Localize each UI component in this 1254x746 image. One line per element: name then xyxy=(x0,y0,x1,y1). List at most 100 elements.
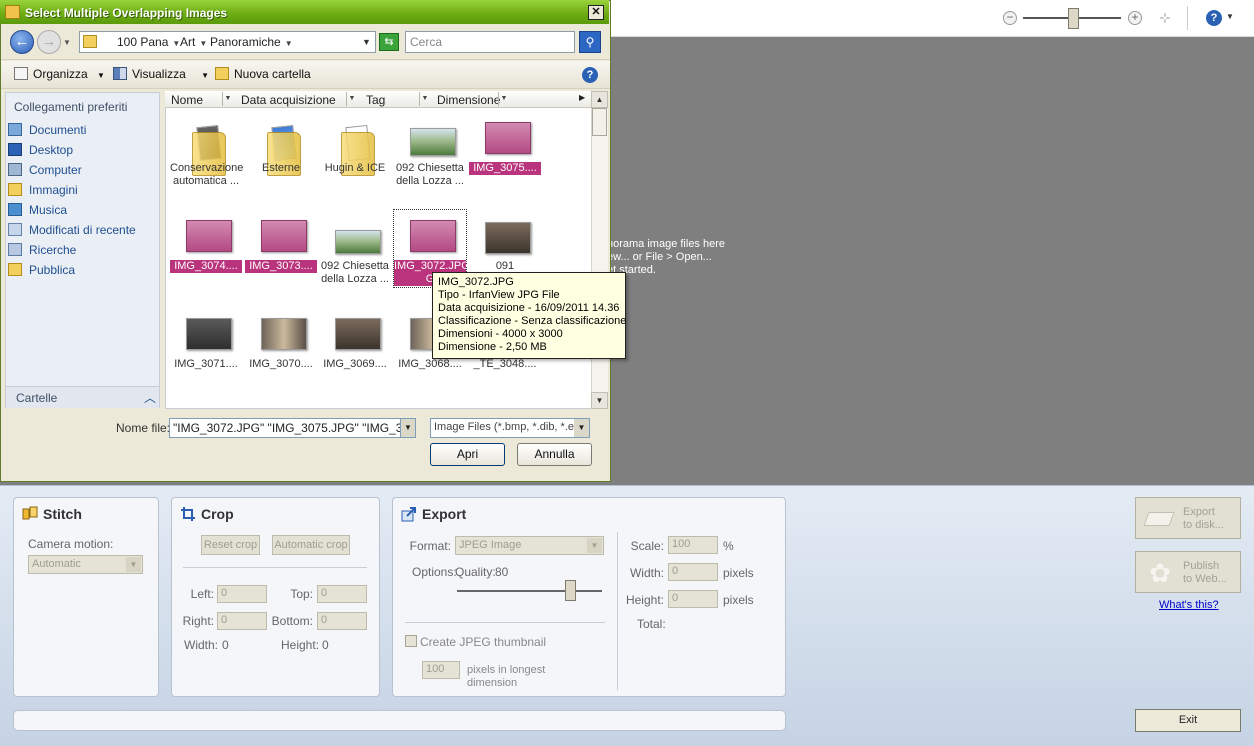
image-thumbnail xyxy=(485,122,531,154)
quality-slider-track[interactable] xyxy=(457,590,602,592)
stitch-title: Stitch xyxy=(43,506,82,522)
options-label: Options: xyxy=(412,565,457,579)
list-item[interactable]: IMG_3071.... xyxy=(170,308,242,400)
cancel-button[interactable]: Annulla xyxy=(517,443,592,466)
filename-input[interactable]: "IMG_3072.JPG" "IMG_3075.JPG" "IMG_3074 xyxy=(169,418,401,438)
thumb-pixels-label: pixels in longest xyxy=(467,664,546,676)
reset-crop-button[interactable]: Reset crop xyxy=(201,535,260,555)
export-width-input[interactable]: 0 xyxy=(668,563,718,581)
scale-input[interactable]: 100 xyxy=(668,536,718,554)
nav-item-computer[interactable]: Computer xyxy=(8,163,158,181)
vertical-scrollbar[interactable] xyxy=(591,91,608,409)
search-input[interactable]: Cerca xyxy=(405,31,575,53)
list-item[interactable]: IMG_3069.... xyxy=(319,308,391,400)
organize-menu[interactable]: Organizza ▼ xyxy=(14,67,105,81)
nav-item-pictures[interactable]: Immagini xyxy=(8,183,158,201)
export-height-input[interactable]: 0 xyxy=(668,590,718,608)
scroll-down-icon[interactable]: ▼ xyxy=(591,392,608,409)
item-label: Conservazione xyxy=(170,162,244,174)
list-item[interactable]: IMG_3075.... xyxy=(469,112,541,204)
list-item[interactable]: Esterne xyxy=(245,112,317,204)
nav-item-documents[interactable]: Documenti xyxy=(8,123,158,141)
list-item[interactable]: 092 Chiesetta della Lozza ... xyxy=(394,112,466,204)
export-height-label: Height: xyxy=(625,593,664,607)
crop-right-label: Right: xyxy=(182,614,214,628)
list-item[interactable]: Hugin & ICE xyxy=(319,112,391,204)
chevron-down-icon[interactable]: ▼ xyxy=(419,92,430,106)
view-menu[interactable]: Visualizza ▼ xyxy=(113,67,209,81)
refresh-icon[interactable]: ⇆ xyxy=(379,33,399,51)
list-item[interactable]: Conservazione automatica ... xyxy=(170,112,244,204)
list-item[interactable]: 092 Chiesetta della Lozza ... xyxy=(319,210,391,302)
dialog-app-icon xyxy=(5,5,20,19)
breadcrumb-item[interactable]: Panoramiche ▼ xyxy=(210,35,293,49)
new-folder-button[interactable]: Nuova cartella xyxy=(215,67,311,81)
search-icon[interactable]: ⚲ xyxy=(579,31,601,53)
open-button[interactable]: Apri xyxy=(430,443,505,466)
camera-motion-select[interactable]: Automatic ▼ xyxy=(28,555,143,574)
list-item[interactable]: IMG_3073.... xyxy=(245,210,317,302)
nav-item-recent[interactable]: Modificati di recente xyxy=(8,223,158,241)
chevron-down-icon[interactable]: ▼ xyxy=(285,39,293,48)
crop-bottom-input[interactable]: 0 xyxy=(317,612,367,630)
image-thumbnail xyxy=(335,318,381,350)
nav-item-public[interactable]: Pubblica xyxy=(8,263,158,281)
export-to-disk-button[interactable]: Export to disk... xyxy=(1135,497,1241,539)
crop-top-input[interactable]: 0 xyxy=(317,585,367,603)
forward-arrow-icon[interactable]: → xyxy=(37,30,61,54)
nav-item-desktop[interactable]: Desktop xyxy=(8,143,158,161)
quality-label: Quality: xyxy=(455,565,496,579)
chevron-down-icon[interactable]: ▼ xyxy=(1226,12,1234,21)
chevron-down-icon[interactable]: ▼ xyxy=(400,418,416,438)
column-tag[interactable]: Tag xyxy=(366,93,385,107)
canvas-hint-line: norama image files here xyxy=(607,238,726,250)
close-icon[interactable]: ✕ xyxy=(588,5,604,20)
column-date[interactable]: Data acquisizione xyxy=(241,93,336,107)
total-label: Total: xyxy=(637,617,666,631)
chevron-down-icon[interactable]: ▼ xyxy=(199,39,207,48)
crop-right-input[interactable]: 0 xyxy=(217,612,267,630)
chevron-down-icon[interactable]: ▼ xyxy=(346,92,357,106)
scroll-up-icon[interactable]: ▲ xyxy=(591,91,608,108)
help-icon[interactable]: ? xyxy=(582,67,598,83)
nav-item-label: Immagini xyxy=(29,183,78,197)
nav-item-music[interactable]: Musica xyxy=(8,203,158,221)
zoom-in-icon[interactable]: + xyxy=(1128,11,1142,25)
chevron-down-icon[interactable]: ▼ xyxy=(222,92,233,106)
column-size[interactable]: Dimensione xyxy=(437,93,500,107)
chevron-down-icon[interactable]: ▼ xyxy=(574,419,589,437)
chevron-right-icon[interactable]: ▶ xyxy=(579,93,585,102)
crop-left-input[interactable]: 0 xyxy=(217,585,267,603)
address-bar[interactable]: 100 Pana ▼ Art ▼ Panoramiche ▼ ▼ xyxy=(79,31,376,53)
chevron-down-icon[interactable]: ▼ xyxy=(498,92,509,106)
exit-button[interactable]: Exit xyxy=(1135,709,1241,732)
column-name[interactable]: Nome xyxy=(171,93,203,107)
zoom-slider-handle[interactable] xyxy=(1068,8,1079,29)
chevron-down-icon[interactable]: ▼ xyxy=(362,37,371,47)
nav-item-searches[interactable]: Ricerche xyxy=(8,243,158,261)
breadcrumb-item[interactable]: 100 Pana ▼ xyxy=(117,35,180,49)
jpeg-thumbnail-checkbox[interactable] xyxy=(405,635,417,647)
thumb-pixels-input[interactable]: 100 xyxy=(422,661,460,679)
list-item[interactable]: IMG_3070.... xyxy=(245,308,317,400)
recent-pages-chevron-icon[interactable]: ▼ xyxy=(63,38,71,47)
public-folder-icon xyxy=(8,263,22,276)
file-type-select[interactable]: Image Files (*.bmp, *.dib, *.exi xyxy=(430,418,590,438)
image-thumbnail xyxy=(261,318,307,350)
crop-height-value: 0 xyxy=(322,638,329,652)
quality-slider-handle[interactable] xyxy=(565,580,576,601)
whats-this-link[interactable]: What's this? xyxy=(1159,599,1219,611)
back-arrow-icon[interactable]: ← xyxy=(10,30,34,54)
scrollbar-thumb[interactable] xyxy=(592,108,607,136)
publish-to-web-button[interactable]: ✿ Publish to Web... xyxy=(1135,551,1241,593)
help-icon[interactable]: ? xyxy=(1206,10,1222,26)
favorite-links-title: Collegamenti preferiti xyxy=(14,100,128,114)
nav-item-label: Musica xyxy=(29,203,68,217)
folders-toggle[interactable]: Cartelle ︿ xyxy=(6,386,159,408)
breadcrumb-item[interactable]: Art ▼ xyxy=(180,35,207,49)
zoom-out-icon[interactable]: − xyxy=(1003,11,1017,25)
fit-to-window-icon[interactable]: ⊹ xyxy=(1157,10,1173,26)
list-item[interactable]: IMG_3074.... xyxy=(170,210,242,302)
format-select[interactable]: JPEG Image ▼ xyxy=(455,536,604,555)
automatic-crop-button[interactable]: Automatic crop xyxy=(272,535,350,555)
